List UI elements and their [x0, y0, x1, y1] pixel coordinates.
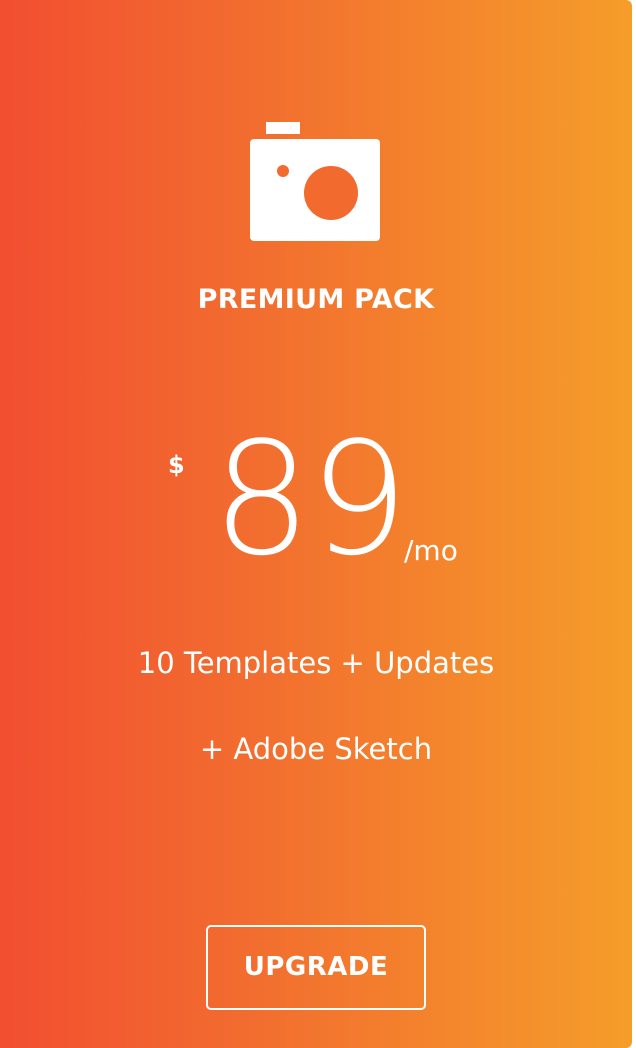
upgrade-button[interactable]: UPGRADE — [206, 925, 426, 1010]
price-period: /mo — [404, 534, 458, 567]
plan-title: PREMIUM PACK — [197, 284, 435, 315]
camera-icon — [250, 122, 380, 241]
currency-symbol: $ — [168, 451, 185, 479]
feature-item-sketch: + Adobe Sketch — [199, 732, 433, 766]
price-amount: 89 — [212, 408, 409, 590]
pricing-card: PREMIUM PACK $ 89 /mo 10 Templates + Upd… — [0, 0, 632, 1048]
feature-item-templates: 10 Templates + Updates — [137, 646, 495, 680]
